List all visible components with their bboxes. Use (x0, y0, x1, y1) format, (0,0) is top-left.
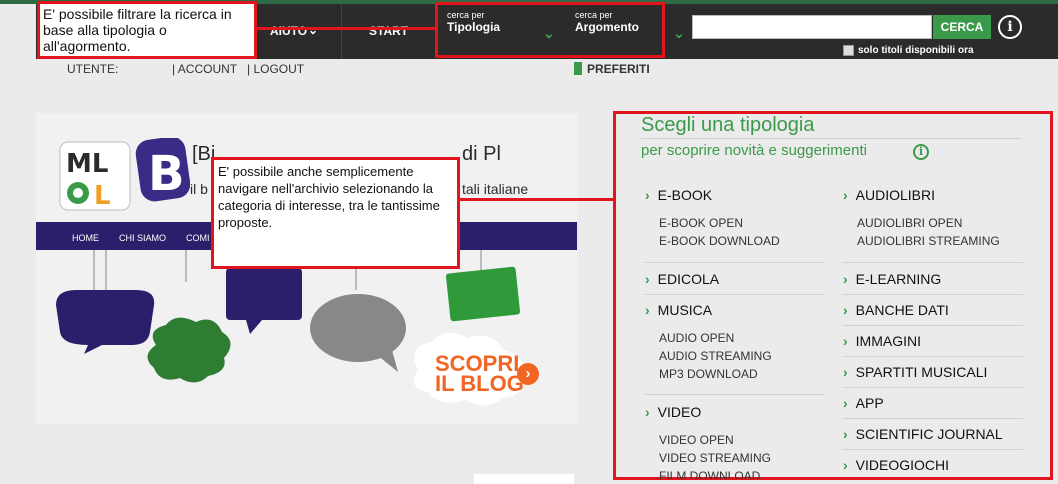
category-divider (843, 449, 1023, 450)
only-available-label: solo titoli disponibili ora (858, 45, 974, 57)
banner-menu-about[interactable]: CHI SIAMO (119, 233, 166, 243)
annotation-connector (460, 198, 615, 201)
user-label: UTENTE: (67, 62, 119, 76)
category-immagini[interactable]: › IMMAGINI (843, 333, 921, 349)
subcategory-ebook-download[interactable]: E-BOOK DOWNLOAD (659, 234, 780, 248)
chevron-right-icon: › (843, 426, 848, 442)
info-icon[interactable]: i (998, 15, 1022, 39)
category-label: E-BOOK (657, 187, 713, 203)
chevron-right-icon: › (843, 333, 848, 349)
svg-text:L: L (94, 181, 111, 211)
category-ebook[interactable]: › E-BOOK (645, 187, 712, 203)
category-divider (843, 262, 1023, 263)
category-video[interactable]: › VIDEO (645, 404, 701, 420)
banner-subtitle-part: tali italiane (462, 181, 529, 197)
nav-start[interactable]: START (341, 4, 434, 59)
category-label: VIDEOGIOCHI (855, 457, 950, 473)
chevron-right-icon: › (645, 187, 650, 203)
chevron-right-icon: › (843, 364, 848, 380)
category-label: APP (855, 395, 884, 411)
info-icon[interactable]: i (913, 144, 929, 160)
browse-annotation: E' possibile anche semplicemente navigar… (211, 157, 460, 269)
content-box-edge (474, 474, 574, 484)
svg-text:B: B (148, 146, 185, 202)
mlol-logo: B ML L (58, 136, 191, 223)
subcategory-mp3-download[interactable]: MP3 DOWNLOAD (659, 367, 758, 381)
chevron-right-icon: › (843, 271, 848, 287)
subcategory-audiolibri-streaming[interactable]: AUDIOLIBRI STREAMING (857, 234, 1000, 248)
svg-text:ML: ML (66, 149, 108, 179)
banner-title-part: di Pl (462, 143, 501, 165)
filter-annotation: E' possibile filtrare la ricerca in base… (37, 1, 257, 59)
annotation-connector (257, 27, 437, 30)
panel-title: Scegli una tipologia (641, 114, 815, 136)
category-divider (843, 294, 1023, 295)
category-label: IMMAGINI (855, 333, 922, 349)
category-divider (645, 294, 825, 295)
subcategory-ebook-open[interactable]: E-BOOK OPEN (659, 216, 743, 230)
category-edicola[interactable]: › EDICOLA (645, 271, 719, 287)
logout-link[interactable]: | LOGOUT (247, 62, 304, 76)
category-label: BANCHE DATI (855, 302, 949, 318)
speech-bubbles-illustration (36, 250, 577, 429)
category-spartiti-musicali[interactable]: › SPARTITI MUSICALI (843, 364, 987, 380)
banner-subtitle-part: il b (190, 181, 208, 197)
account-link[interactable]: | ACCOUNT (172, 62, 237, 76)
chevron-right-icon: › (645, 271, 650, 287)
category-banche-dati[interactable]: › BANCHE DATI (843, 302, 949, 318)
chevron-down-icon[interactable]: ⌄ (673, 25, 685, 42)
category-label: AUDIOLIBRI (855, 187, 936, 203)
banner-menu-home[interactable]: HOME (72, 233, 99, 243)
category-videogiochi[interactable]: › VIDEOGIOCHI (843, 457, 949, 473)
blog-callout-line2[interactable]: IL BLOG (435, 371, 524, 397)
category-divider (645, 262, 825, 263)
category-app[interactable]: › APP (843, 395, 884, 411)
only-available-toggle[interactable]: solo titoli disponibili ora (843, 42, 974, 60)
only-available-checkbox[interactable] (843, 45, 854, 57)
subcategory-video-open[interactable]: VIDEO OPEN (659, 433, 734, 447)
category-divider (843, 387, 1023, 388)
panel-divider (641, 138, 1021, 139)
category-scientific-journal[interactable]: › SCIENTIFIC JOURNAL (843, 426, 1003, 442)
subcategory-audio-streaming[interactable]: AUDIO STREAMING (659, 349, 772, 363)
category-divider (843, 325, 1023, 326)
search-input[interactable] (692, 15, 932, 39)
chevron-right-icon: › (843, 187, 848, 203)
category-label: MUSICA (657, 302, 713, 318)
category-panel (613, 111, 1053, 480)
category-label: SCIENTIFIC JOURNAL (855, 426, 1003, 442)
category-musica[interactable]: › MUSICA (645, 302, 712, 318)
chevron-right-icon: › (843, 302, 848, 318)
category-divider (645, 394, 825, 395)
chevron-right-icon: › (645, 302, 650, 318)
bookmark-icon (574, 62, 582, 75)
nav-aiuto[interactable]: AIUTO ⌄ (255, 4, 342, 59)
arrow-right-icon[interactable]: › (517, 363, 539, 385)
category-label: VIDEO (657, 404, 702, 420)
category-divider (843, 356, 1023, 357)
category-elearning[interactable]: › E-LEARNING (843, 271, 941, 287)
category-divider (843, 418, 1023, 419)
panel-subtitle: per scoprire novità e suggerimenti (641, 142, 867, 159)
search-button[interactable]: CERCA (933, 15, 991, 39)
subcategory-video-streaming[interactable]: VIDEO STREAMING (659, 451, 771, 465)
chevron-right-icon: › (645, 404, 650, 420)
category-audiolibri[interactable]: › AUDIOLIBRI (843, 187, 935, 203)
chevron-down-icon: ⌄ (308, 23, 319, 37)
subcategory-film-download[interactable]: FILM DOWNLOAD (659, 469, 760, 479)
subcategory-audio-open[interactable]: AUDIO OPEN (659, 331, 734, 345)
category-label: E-LEARNING (855, 271, 942, 287)
chevron-right-icon: › (843, 395, 848, 411)
chevron-right-icon: › (843, 457, 848, 473)
category-label: EDICOLA (657, 271, 720, 287)
subcategory-audiolibri-open[interactable]: AUDIOLIBRI OPEN (857, 216, 962, 230)
favorites-link[interactable]: PREFERITI (587, 62, 650, 76)
category-label: SPARTITI MUSICALI (855, 364, 988, 380)
banner-menu-comi[interactable]: COMI (186, 233, 210, 243)
search-filter-highlight (435, 2, 665, 58)
